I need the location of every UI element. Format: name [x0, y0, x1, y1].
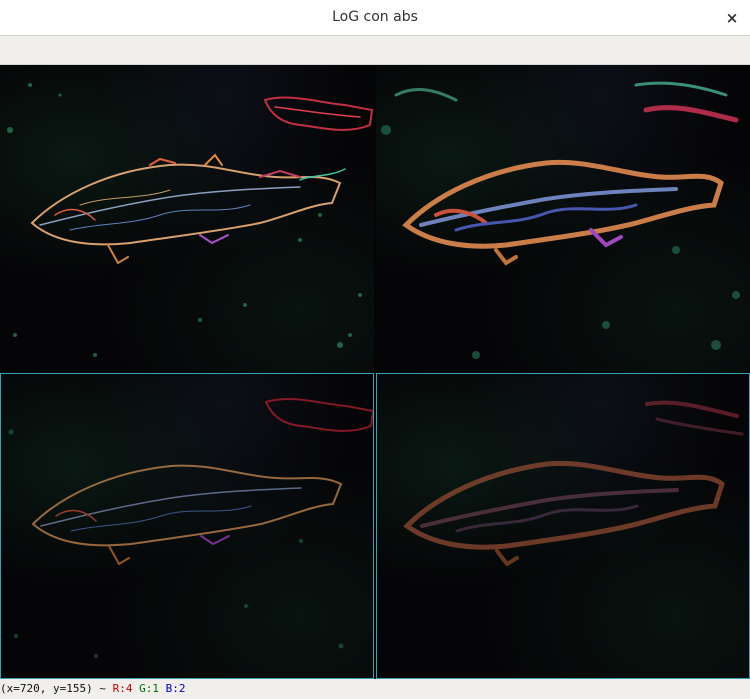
pixel-value-red: R:4 — [112, 682, 133, 695]
image-panel-top-left — [0, 65, 374, 372]
fish-blurred-edge-image-dim — [403, 400, 744, 567]
image-panel-top-right — [376, 65, 750, 372]
status-bar: (x=720, y=155) ~ R:4 G:1 B:2 — [0, 679, 750, 699]
fish-edge-image — [7, 83, 374, 357]
pixel-value-blue: B:2 — [165, 682, 186, 695]
fish-edge-image-dim — [8, 397, 373, 658]
close-icon[interactable]: × — [722, 8, 742, 28]
image-canvas[interactable] — [0, 65, 750, 679]
image-panel-bottom-right — [376, 373, 750, 679]
window-title: LoG con abs — [332, 9, 418, 25]
image-panel-bottom-left — [0, 373, 374, 679]
pixel-value-green: G:1 — [139, 682, 159, 695]
title-bar: LoG con abs × — [0, 0, 750, 36]
toolbar — [0, 36, 750, 65]
cursor-coordinates: (x=720, y=155) ~ — [0, 682, 106, 695]
app-window: LoG con abs × (x=720, y=155) ~ R:4 G:1 B… — [0, 0, 750, 699]
fish-blurred-edge-image — [381, 81, 740, 359]
